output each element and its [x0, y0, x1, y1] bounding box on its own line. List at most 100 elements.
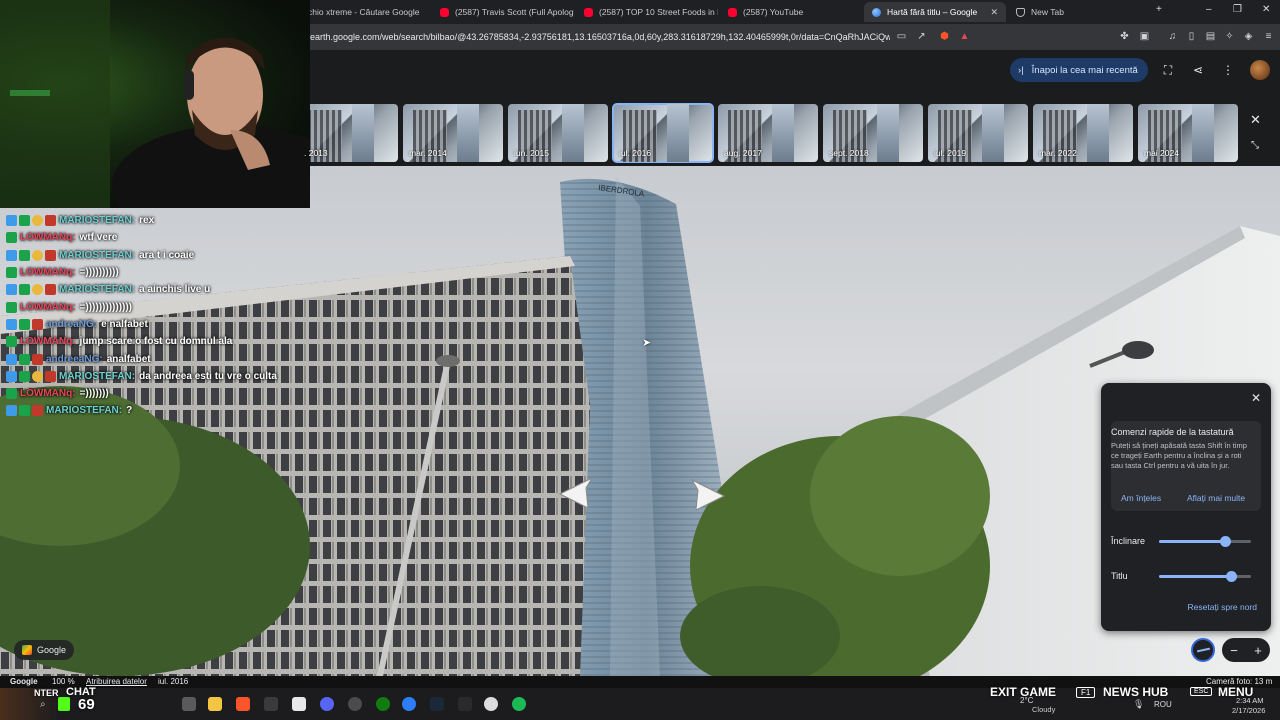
sub-badge-icon	[32, 249, 43, 261]
file-explorer-icon[interactable]	[208, 697, 222, 711]
brave-shield-icon[interactable]: ⬢	[938, 30, 951, 43]
messenger-icon[interactable]	[402, 697, 416, 711]
tab-new-tab[interactable]: New Tab	[1008, 2, 1138, 22]
epic-games-icon[interactable]	[458, 697, 472, 711]
youtube-icon	[440, 7, 449, 17]
brave-browser-icon[interactable]	[236, 697, 250, 711]
tab-title: New Tab	[1031, 7, 1064, 17]
zoom-out-icon[interactable]: −	[1230, 643, 1238, 658]
kick-badge-icon	[45, 370, 56, 382]
history-thumb-label: . 2013	[304, 148, 328, 158]
media-icon[interactable]: ♫	[1166, 30, 1179, 43]
menu-icon[interactable]: ≡	[1262, 30, 1275, 43]
vip-badge-icon	[6, 353, 17, 365]
history-thumb[interactable]: aug. 2017	[718, 104, 818, 162]
maximize-icon[interactable]: ❐	[1233, 4, 1242, 15]
compass-button[interactable]	[1191, 638, 1215, 662]
tab-google-earth[interactable]: Hartă fără titlu – Google Earth ✕	[864, 2, 1006, 22]
learn-more-link[interactable]: Aflați mai multe	[1187, 493, 1245, 503]
sub-badge-icon	[32, 370, 43, 382]
minimize-icon[interactable]: –	[1206, 4, 1212, 15]
chat-message: LOWMANq: =)))))))	[6, 385, 316, 402]
tip-body: Puteți să țineți apăsată tasta Shift în …	[1111, 441, 1247, 470]
tilt-slider-handle[interactable]	[1220, 536, 1232, 547]
history-thumb-label: aug. 2017	[724, 148, 762, 158]
history-thumb[interactable]: mar. 2014	[403, 104, 503, 162]
screenshot-capture-icon[interactable]: ⛶	[1160, 62, 1176, 78]
zoom-in-icon[interactable]: +	[1254, 643, 1262, 658]
vip-badge-icon	[6, 405, 17, 417]
heading-slider-handle[interactable]	[1225, 571, 1237, 582]
tab-youtube-2[interactable]: (2587) TOP 10 Street Foods in HA	[576, 2, 718, 22]
chrome-icon[interactable]	[348, 697, 362, 711]
chat-username: MARIOSTEFAN:	[59, 370, 136, 382]
task-view-icon[interactable]	[182, 697, 196, 711]
wallet-icon[interactable]: ▤	[1204, 30, 1217, 43]
url-field[interactable]: earth.google.com/web/search/bilbao/@43.2…	[310, 29, 890, 45]
share-icon[interactable]: ⋖	[1190, 62, 1206, 78]
mod-badge-icon	[6, 336, 17, 348]
share-icon[interactable]: ↗	[915, 30, 928, 43]
close-panel-icon[interactable]: ✕	[1251, 391, 1261, 405]
screenshot-icon[interactable]: ▣	[1138, 30, 1151, 43]
tilt-slider[interactable]	[1159, 536, 1251, 547]
heading-slider[interactable]	[1159, 571, 1251, 582]
kick-badge-icon	[32, 353, 43, 365]
kick-badge-icon	[45, 249, 56, 261]
history-thumb[interactable]: sept. 2018	[823, 104, 923, 162]
history-thumb[interactable]: iul. 2019	[928, 104, 1028, 162]
window-close-icon[interactable]: ✕	[1262, 4, 1270, 15]
history-thumb[interactable]: iun. 2015	[508, 104, 608, 162]
clock-time[interactable]: 2:34 AM	[1236, 696, 1264, 705]
app-icon[interactable]	[484, 697, 498, 711]
microphone-icon[interactable]: 🎙	[1133, 699, 1144, 710]
history-thumb[interactable]: mai 2024	[1138, 104, 1238, 162]
tab-close-icon[interactable]: ✕	[990, 7, 998, 18]
steam-icon[interactable]	[430, 697, 444, 711]
chat-text: rex	[139, 215, 155, 227]
discord-icon[interactable]	[320, 697, 334, 711]
clock-date[interactable]: 2/17/2026	[1232, 706, 1265, 715]
new-tab-plus-icon[interactable]: +	[1156, 4, 1162, 15]
calculator-icon[interactable]	[292, 697, 306, 711]
close-history-icon[interactable]: ✕	[1250, 112, 1261, 128]
tab-google-search[interactable]: chio xtreme - Căutare Google	[300, 2, 430, 22]
reset-north-button[interactable]: Resetați spre nord	[1188, 602, 1257, 612]
spotify-icon[interactable]	[512, 697, 526, 711]
search-icon[interactable]: ⌕	[40, 699, 46, 710]
more-options-icon[interactable]: ⋮	[1220, 62, 1236, 78]
vip-badge-icon	[6, 284, 17, 296]
history-thumb[interactable]: . 2013	[298, 104, 398, 162]
got-it-button[interactable]: Am înțeles	[1121, 493, 1161, 503]
tab-youtube-3[interactable]: (2587) YouTube	[720, 2, 862, 22]
vpn-icon[interactable]: ◈	[1242, 30, 1255, 43]
leo-ai-icon[interactable]: ✧	[1223, 30, 1236, 43]
chat-message: MARIOSTEFAN: ara t i coaie	[6, 247, 316, 264]
tab-youtube-1[interactable]: (2587) Travis Scott (Full Apology)	[432, 2, 574, 22]
back-to-latest-button[interactable]: ›| Înapoi la cea mai recentă	[1010, 58, 1148, 82]
extensions-icon[interactable]: ✤	[1118, 30, 1131, 43]
brave-rewards-icon[interactable]: ▲	[958, 30, 971, 43]
history-thumb[interactable]: mar. 2022	[1033, 104, 1133, 162]
webcam-feed	[0, 0, 310, 208]
kick-icon	[58, 697, 70, 711]
history-thumb-selected[interactable]: iul. 2016	[612, 103, 714, 163]
sidebar-icon[interactable]: ▯	[1185, 30, 1198, 43]
avatar[interactable]	[1250, 60, 1270, 80]
google-maps-badge[interactable]: Google	[14, 640, 75, 660]
skip-forward-icon: ›|	[1018, 64, 1024, 76]
install-app-icon[interactable]: ▭	[895, 30, 908, 43]
chat-text: ?	[126, 405, 133, 417]
obs-icon[interactable]	[264, 697, 278, 711]
language-indicator[interactable]: ROU	[1154, 700, 1172, 709]
news-hub-label[interactable]: NEWS HUB	[1103, 685, 1168, 699]
chat-badges	[6, 336, 17, 348]
history-thumb-label: mar. 2022	[1039, 148, 1077, 158]
earth-icon	[872, 7, 881, 17]
xbox-icon[interactable]	[376, 697, 390, 711]
chat-badges	[6, 267, 17, 279]
back-to-latest-label: Înapoi la cea mai recentă	[1031, 64, 1138, 76]
data-attribution-link[interactable]: Atribuirea datelor	[86, 677, 147, 686]
vip-badge-icon	[6, 249, 17, 261]
collapse-icon[interactable]: ⤡	[1251, 140, 1259, 151]
